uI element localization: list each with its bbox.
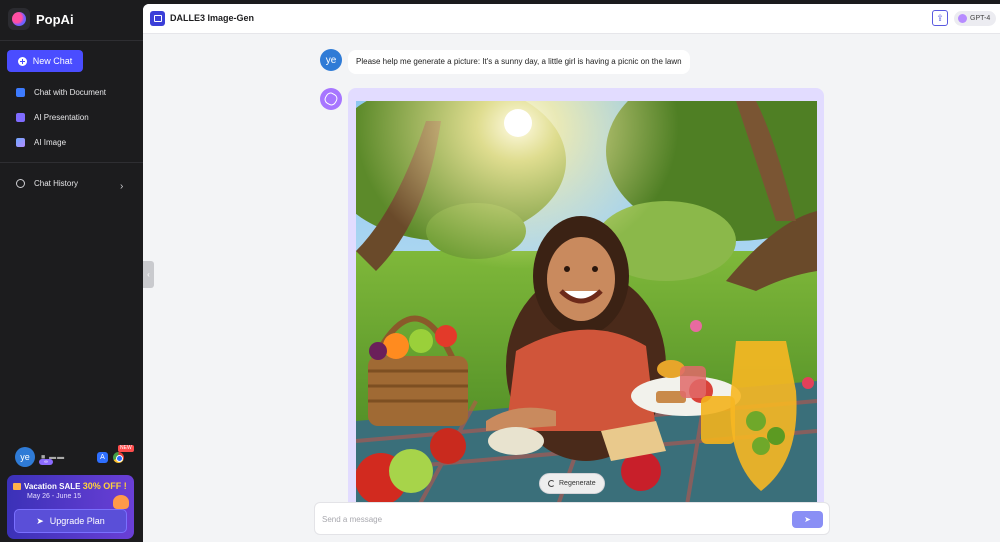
sidebar-collapse-handle[interactable]: ‹: [143, 261, 154, 288]
sidebar-item-label: Chat History: [34, 179, 79, 188]
promo-discount: 30% OFF !: [82, 481, 127, 491]
generated-image[interactable]: [356, 101, 817, 511]
openai-icon: [322, 90, 340, 108]
sidebar-item-chat-history[interactable]: Chat History: [16, 179, 78, 188]
sidebar-item-label: AI Presentation: [34, 113, 89, 122]
mascot-icon: [113, 495, 129, 509]
sidebar-item-label: AI Image: [34, 138, 67, 147]
avatar: ye: [320, 49, 342, 71]
brand-name: PopAi: [36, 11, 74, 27]
generated-image-picnic: [356, 101, 817, 511]
sidebar: PopAi New Chat Chat with Document AI Pre…: [0, 0, 143, 542]
avatar: ye: [15, 447, 35, 467]
promo-title: Vacation SALE 30% OFF !: [13, 481, 127, 491]
upgrade-plan-button[interactable]: ➤ Upgrade Plan: [14, 509, 127, 533]
popai-logo-icon: [8, 8, 30, 30]
gift-icon: [13, 483, 21, 490]
share-button[interactable]: ⇪: [932, 10, 948, 26]
new-chat-button[interactable]: New Chat: [7, 50, 83, 72]
presentation-icon: [16, 113, 25, 122]
chat-header: DALLE3 Image-Gen ⇪ GPT-4: [143, 4, 1000, 34]
chevron-right-icon[interactable]: ›: [120, 181, 123, 192]
send-icon: ➤: [804, 515, 811, 524]
assistant-avatar: [320, 88, 342, 110]
sidebar-item-label: Chat with Document: [34, 88, 107, 97]
message-composer: ➤: [314, 502, 830, 535]
brand[interactable]: PopAi: [8, 8, 74, 30]
new-tag: NEW: [118, 445, 134, 452]
send-button[interactable]: ➤: [792, 511, 823, 528]
history-icon: [16, 179, 25, 188]
model-label: GPT-4: [970, 15, 991, 22]
model-icon: [958, 14, 967, 23]
regenerate-label: Regenerate: [559, 480, 596, 487]
sidebar-divider: [0, 162, 143, 163]
app-links: A: [97, 452, 124, 463]
sidebar-item-ai-presentation[interactable]: AI Presentation: [16, 113, 89, 122]
upgrade-plan-label: Upgrade Plan: [49, 516, 105, 526]
promo-dates: May 26 - June 15: [27, 493, 82, 500]
rocket-icon: ➤: [36, 515, 44, 526]
regenerate-button[interactable]: Regenerate: [539, 473, 605, 494]
sidebar-item-chat-with-document[interactable]: Chat with Document: [16, 88, 106, 97]
promo-title-prefix: Vacation SALE: [24, 482, 83, 491]
image-icon: [16, 138, 25, 147]
user-message: Please help me generate a picture: It's …: [348, 50, 690, 74]
share-icon: ⇪: [936, 13, 944, 23]
image-gen-icon: [150, 11, 165, 26]
plus-icon: [17, 56, 27, 66]
sidebar-divider: [0, 40, 143, 41]
message-input[interactable]: [322, 511, 782, 527]
model-selector[interactable]: GPT-4: [954, 11, 997, 26]
new-chat-label: New Chat: [32, 56, 73, 66]
page-title: DALLE3 Image-Gen: [170, 13, 255, 23]
document-icon: [16, 88, 25, 97]
refresh-icon: [548, 480, 555, 487]
chevron-left-icon: ‹: [147, 270, 150, 279]
chat-main: DALLE3 Image-Gen ⇪ GPT-4 ‹ ye Please hel…: [143, 4, 1000, 542]
chrome-icon[interactable]: [113, 452, 124, 463]
promo-banner[interactable]: Vacation SALE 30% OFF ! May 26 - June 15…: [7, 475, 134, 539]
membership-badge: ∞: [39, 459, 53, 465]
appstore-icon[interactable]: A: [97, 452, 108, 463]
sidebar-item-ai-image[interactable]: AI Image: [16, 138, 66, 147]
